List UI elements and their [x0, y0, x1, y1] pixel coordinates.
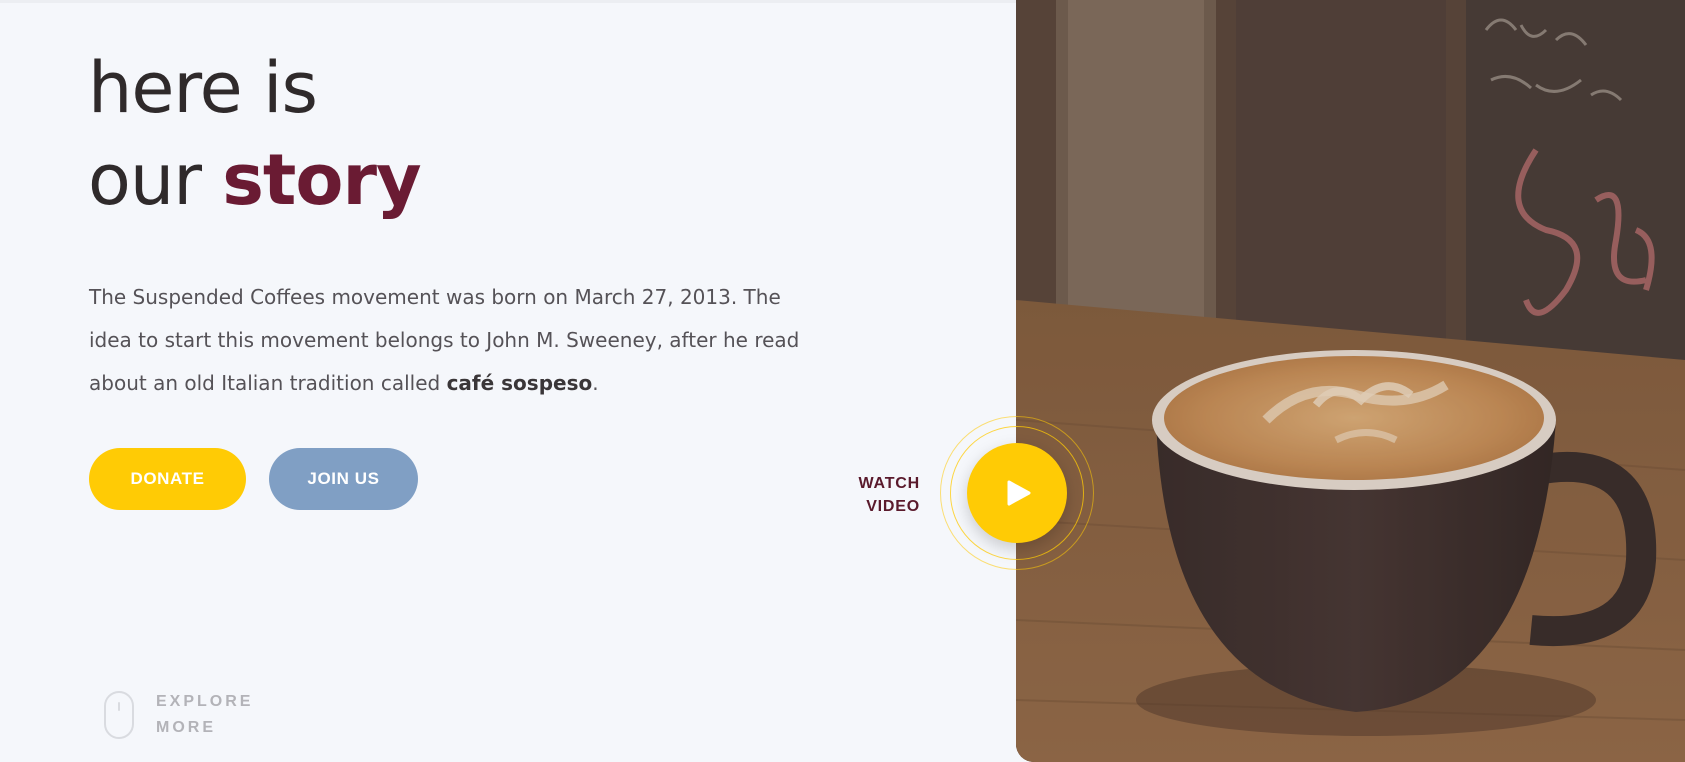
- explore-more-label: EXPLORE MORE: [156, 689, 253, 741]
- title-plain-word: our: [88, 139, 202, 221]
- title-line-1: here is: [88, 47, 318, 129]
- intro-bold-term: café sospeso: [446, 371, 593, 395]
- play-icon: [1007, 480, 1031, 506]
- explore-line-2: MORE: [156, 719, 216, 736]
- top-divider: [0, 0, 1016, 3]
- play-video-button[interactable]: [967, 443, 1067, 543]
- watch-video-label[interactable]: WATCH VIDEO: [820, 472, 920, 518]
- page-title: here is our story: [88, 42, 422, 226]
- explore-more-link[interactable]: EXPLORE MORE: [104, 689, 253, 741]
- title-accent-word: story: [222, 139, 421, 221]
- donate-button[interactable]: DONATE: [89, 448, 246, 510]
- page: here is our story The Suspended Coffees …: [0, 0, 1685, 762]
- video-player-control: [940, 416, 1094, 570]
- mouse-icon: [104, 691, 134, 739]
- watch-line-2: VIDEO: [866, 498, 920, 515]
- intro-paragraph: The Suspended Coffees movement was born …: [89, 276, 829, 405]
- intro-end: .: [592, 371, 599, 395]
- explore-line-1: EXPLORE: [156, 693, 254, 710]
- join-us-button[interactable]: JOIN US: [269, 448, 418, 510]
- watch-line-1: WATCH: [858, 475, 920, 492]
- photo-tint: [1016, 0, 1685, 762]
- title-line-2: our story: [88, 134, 422, 226]
- intro-text: The Suspended Coffees movement was born …: [89, 285, 800, 395]
- coffee-photo: [1016, 0, 1685, 762]
